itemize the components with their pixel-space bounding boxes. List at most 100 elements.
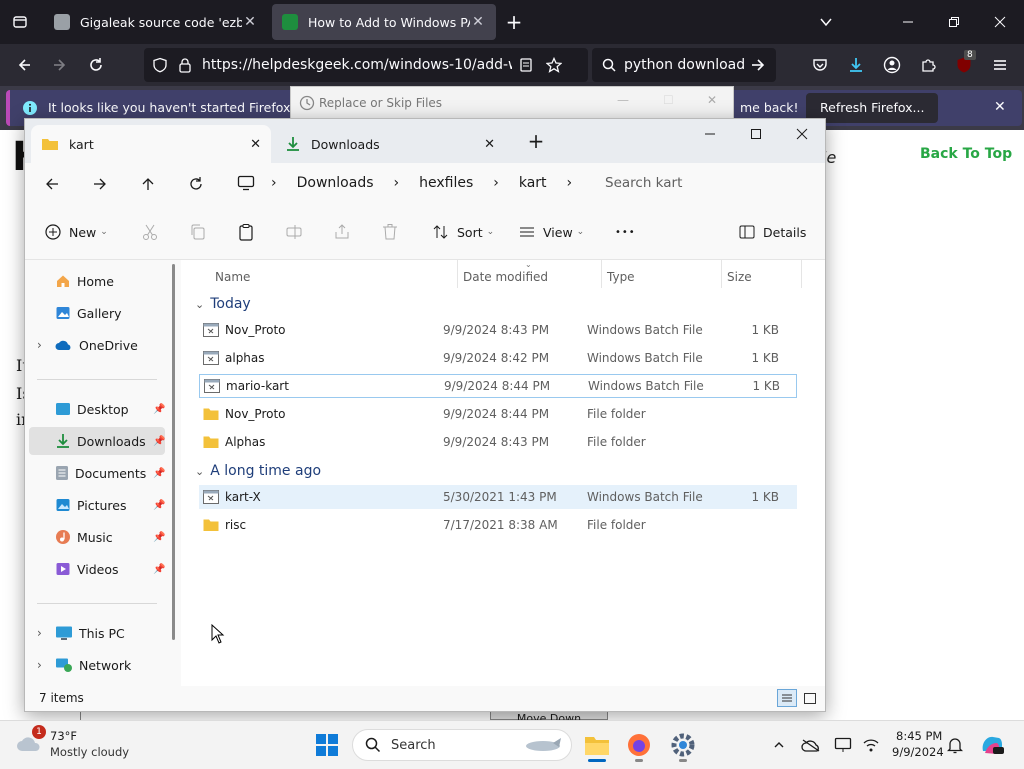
table-row[interactable]: Alphas 9/9/2024 8:43 PM File folder: [199, 430, 797, 454]
pin-icon[interactable]: 📌: [153, 564, 165, 575]
pin-icon[interactable]: 📌: [153, 404, 165, 415]
close-tab-icon[interactable]: ✕: [484, 137, 495, 152]
pin-icon[interactable]: 📌: [153, 436, 165, 447]
network-tray-icon[interactable]: [856, 729, 886, 761]
taskbar-search-box[interactable]: Search: [352, 729, 572, 761]
column-header-size[interactable]: Size: [727, 270, 752, 290]
clock-time[interactable]: 8:45 PM: [896, 729, 942, 743]
column-divider[interactable]: [721, 260, 722, 288]
account-icon[interactable]: [876, 49, 908, 81]
weather-description[interactable]: Mostly cloudy: [50, 745, 129, 759]
go-arrow-icon[interactable]: [750, 57, 766, 73]
replace-skip-dialog-titlebar[interactable]: Replace or Skip Files — ☐ ✕: [290, 86, 734, 120]
column-header-name[interactable]: Name: [215, 270, 250, 290]
group-header-today[interactable]: ⌄ Today: [195, 293, 251, 315]
search-kart-field[interactable]: Search kart: [597, 167, 813, 199]
paste-icon[interactable]: [237, 217, 255, 247]
copilot-icon[interactable]: [976, 729, 1008, 761]
close-window-icon[interactable]: [984, 6, 1016, 38]
nav-item-desktop[interactable]: Desktop 📌: [29, 395, 165, 423]
expand-chevron-icon[interactable]: ›: [29, 626, 55, 640]
refresh-icon[interactable]: [179, 169, 213, 199]
new-tab-button[interactable]: +: [523, 129, 549, 153]
nav-item-this-pc[interactable]: › This PC: [29, 619, 165, 647]
pocket-icon[interactable]: [804, 49, 836, 81]
nav-item-home[interactable]: Home: [29, 267, 165, 295]
details-button[interactable]: Details: [739, 217, 806, 247]
view-button[interactable]: View ⌄: [519, 217, 584, 247]
forward-arrow-icon[interactable]: [83, 169, 117, 199]
breadcrumb-separator-icon[interactable]: ›: [567, 175, 573, 191]
new-tab-button[interactable]: +: [498, 6, 530, 38]
weather-widget[interactable]: 1: [16, 725, 46, 753]
nav-item-network[interactable]: › Network: [29, 651, 165, 679]
firefox-taskbar-icon[interactable]: [622, 729, 656, 762]
nav-item-onedrive[interactable]: › OneDrive: [29, 331, 165, 359]
reload-icon[interactable]: [80, 49, 112, 81]
nav-item-downloads[interactable]: Downloads 📌: [29, 427, 165, 455]
column-header-date-modified[interactable]: Date modified: [463, 270, 548, 290]
more-options-icon[interactable]: •••: [615, 217, 636, 247]
new-button[interactable]: New ⌄: [45, 217, 108, 247]
nav-item-videos[interactable]: Videos 📌: [29, 555, 165, 583]
close-window-icon[interactable]: [779, 119, 825, 149]
cut-icon[interactable]: [141, 217, 159, 247]
search-bar[interactable]: python download: [592, 48, 776, 82]
details-view-toggle-icon[interactable]: [777, 689, 797, 707]
reader-view-icon[interactable]: [518, 57, 534, 73]
share-icon[interactable]: [333, 217, 351, 247]
breadcrumb-separator-icon[interactable]: ›: [394, 175, 400, 191]
weather-temperature[interactable]: 73°F: [50, 729, 77, 743]
nav-item-music[interactable]: Music 📌: [29, 523, 165, 551]
pin-icon[interactable]: 📌: [153, 468, 165, 479]
monitor-icon[interactable]: [237, 175, 255, 191]
breadcrumb-hexfiles[interactable]: hexfiles: [419, 175, 473, 191]
breadcrumb-kart[interactable]: kart: [519, 175, 547, 191]
column-divider[interactable]: [601, 260, 602, 288]
browser-tab-gigaleak[interactable]: Gigaleak source code 'ezbuild' d ✕: [44, 4, 268, 40]
extensions-puzzle-icon[interactable]: [912, 49, 944, 81]
pin-icon[interactable]: 📌: [153, 500, 165, 511]
downloads-arrow-icon[interactable]: [840, 49, 872, 81]
table-row[interactable]: alphas 9/9/2024 8:42 PM Windows Batch Fi…: [199, 346, 797, 370]
sort-button[interactable]: Sort ⌄: [433, 217, 494, 247]
group-header-a-long-time-ago[interactable]: ⌄ A long time ago: [195, 460, 321, 482]
table-row[interactable]: kart-X 5/30/2021 1:43 PM Windows Batch F…: [199, 485, 797, 509]
notification-bell-icon[interactable]: [940, 729, 970, 761]
rename-icon[interactable]: [285, 217, 303, 247]
close-tab-icon[interactable]: ✕: [470, 14, 486, 30]
nav-pane-scrollbar[interactable]: [172, 264, 175, 640]
lock-icon[interactable]: [178, 57, 192, 73]
display-tray-icon[interactable]: [828, 729, 858, 761]
address-bar[interactable]: https://helpdeskgeek.com/windows-10/add-…: [144, 48, 588, 82]
expand-chevron-icon[interactable]: ›: [29, 338, 55, 352]
list-all-tabs-icon[interactable]: [4, 6, 36, 38]
clock-date[interactable]: 9/9/2024: [892, 745, 944, 759]
close-tab-icon[interactable]: ✕: [250, 137, 261, 152]
nav-item-pictures[interactable]: Pictures 📌: [29, 491, 165, 519]
start-button[interactable]: [310, 729, 344, 761]
forward-arrow-icon[interactable]: [44, 49, 76, 81]
minimize-icon[interactable]: [892, 6, 924, 38]
breadcrumb[interactable]: › Downloads › hexfiles › kart ›: [229, 167, 583, 199]
table-row[interactable]: Nov_Proto 9/9/2024 8:44 PM File folder: [199, 402, 797, 426]
url-text[interactable]: https://helpdeskgeek.com/windows-10/add-…: [202, 57, 512, 73]
dialog-close-icon[interactable]: ✕: [707, 93, 717, 107]
breadcrumb-downloads[interactable]: Downloads: [297, 175, 374, 191]
explorer-tab-downloads[interactable]: Downloads ✕: [275, 125, 505, 163]
collapse-chevron-icon[interactable]: ⌄: [195, 298, 204, 311]
tiles-view-toggle-icon[interactable]: [801, 689, 819, 707]
minimize-icon[interactable]: [687, 119, 733, 149]
nav-item-gallery[interactable]: Gallery: [29, 299, 165, 327]
close-tab-icon[interactable]: ✕: [242, 14, 258, 30]
back-to-top-link[interactable]: Back To Top: [920, 146, 1012, 162]
dialog-minimize-icon[interactable]: —: [617, 93, 629, 107]
table-row[interactable]: risc 7/17/2021 8:38 AM File folder: [199, 513, 797, 537]
back-arrow-icon[interactable]: [35, 169, 69, 199]
show-hidden-icons-chevron-icon[interactable]: [764, 729, 794, 761]
dialog-maximize-icon[interactable]: ☐: [663, 93, 674, 107]
delete-icon[interactable]: [381, 217, 399, 247]
column-header-type[interactable]: Type: [607, 270, 635, 290]
explorer-tab-kart[interactable]: kart ✕: [31, 125, 271, 163]
column-divider[interactable]: [457, 260, 458, 288]
